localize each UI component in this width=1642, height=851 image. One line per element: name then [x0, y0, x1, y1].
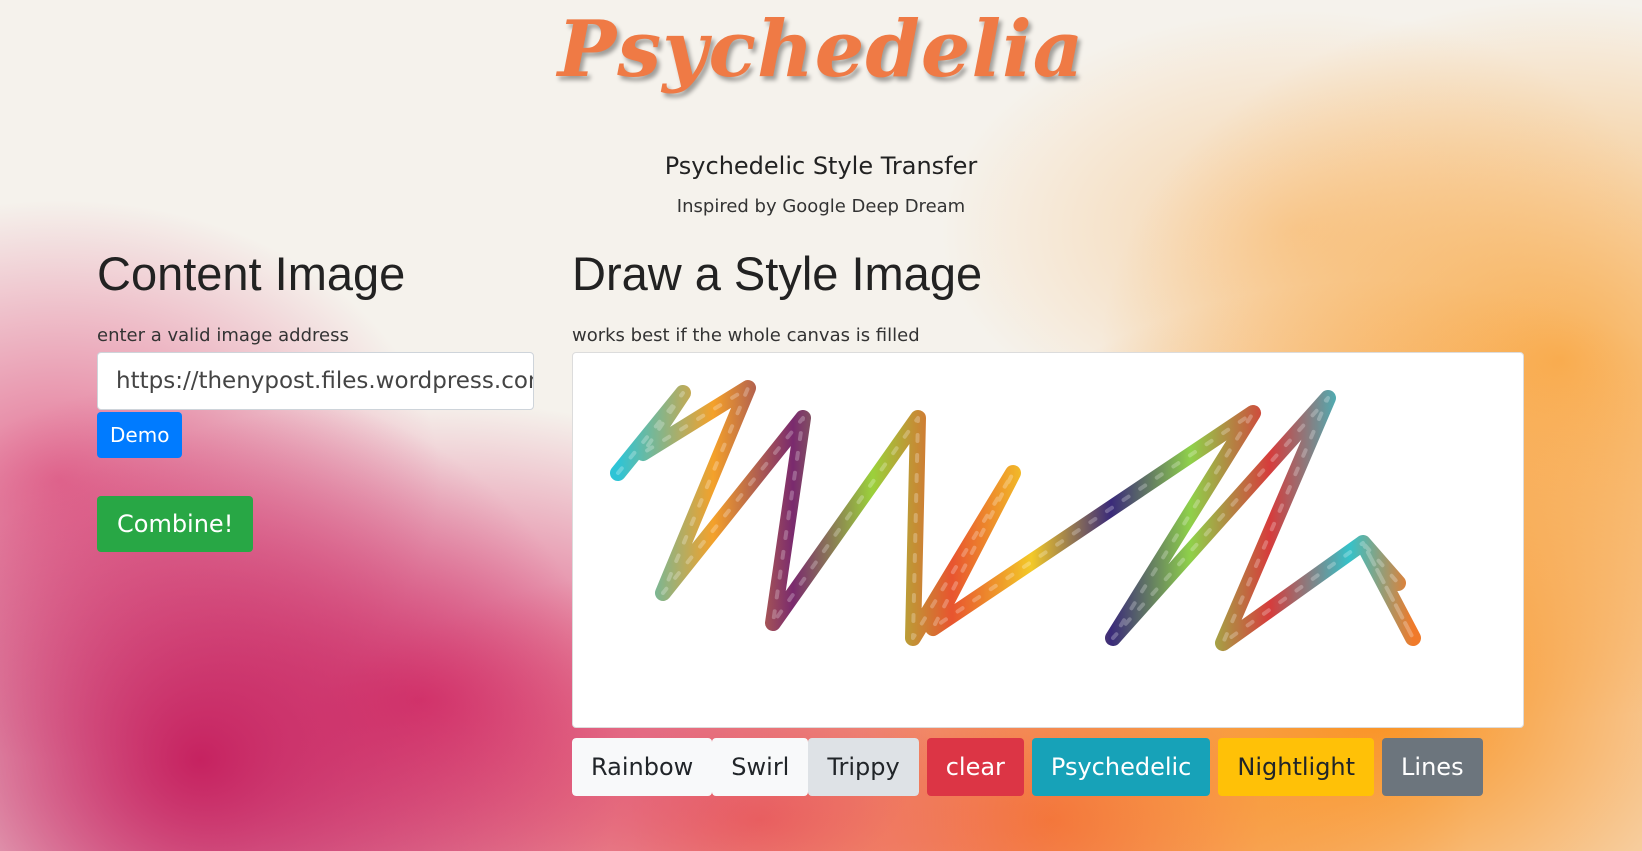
- app-logo: Psychedelia: [557, 4, 1085, 95]
- content-image-panel: Content Image enter a valid image addres…: [97, 246, 537, 552]
- clear-button[interactable]: clear: [926, 738, 1024, 796]
- lines-button[interactable]: Lines: [1382, 738, 1483, 796]
- brush-trippy-button[interactable]: Trippy: [808, 738, 919, 796]
- brush-group: Rainbow Swirl Trippy: [572, 738, 919, 796]
- content-image-heading: Content Image: [97, 247, 406, 300]
- demo-button[interactable]: Demo: [97, 412, 183, 458]
- style-image-hint: works best if the whole canvas is filled: [572, 325, 920, 346]
- combine-button[interactable]: Combine!: [97, 496, 254, 552]
- drawing-canvas[interactable]: [572, 352, 1524, 728]
- image-url-input[interactable]: https://thenypost.files.wordpress.com: [97, 352, 534, 410]
- app-tagline: Inspired by Google Deep Dream: [676, 196, 966, 217]
- app-subtitle: Psychedelic Style Transfer: [664, 152, 978, 180]
- style-image-heading: Draw a Style Image: [572, 247, 983, 300]
- style-image-panel: Draw a Style Image works best if the who…: [572, 246, 1524, 796]
- brush-toolbar: Rainbow Swirl Trippy clear Psychedelic N…: [572, 738, 1524, 796]
- brush-rainbow-button[interactable]: Rainbow: [572, 738, 713, 796]
- brush-swirl-button[interactable]: Swirl: [712, 738, 809, 796]
- psychedelic-button[interactable]: Psychedelic: [1031, 738, 1211, 796]
- nightlight-button[interactable]: Nightlight: [1218, 738, 1375, 796]
- content-image-hint: enter a valid image address: [97, 325, 349, 346]
- style-drawing: [610, 380, 1421, 651]
